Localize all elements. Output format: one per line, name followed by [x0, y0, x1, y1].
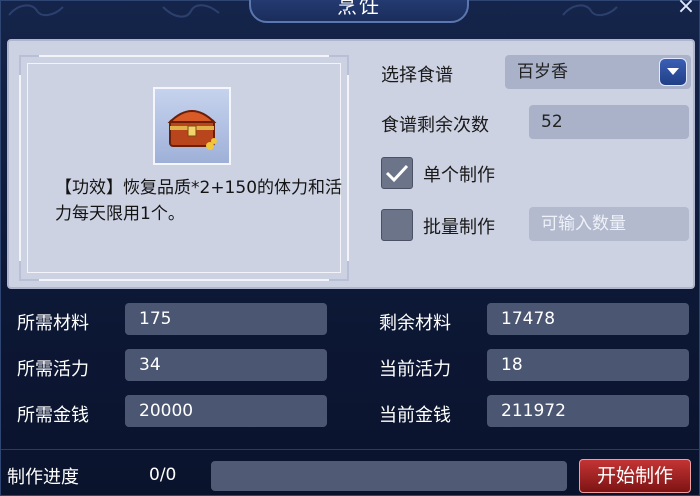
remaining-material-label: 剩余材料	[379, 313, 451, 334]
required-money-label: 所需金钱	[17, 405, 89, 426]
frame-corner	[19, 261, 39, 281]
progress-label: 制作进度	[7, 467, 79, 488]
required-material-label: 所需材料	[17, 313, 89, 334]
current-vitality-label: 当前活力	[379, 359, 451, 380]
recipe-select-value: 百岁香	[517, 62, 568, 82]
single-make-label: 单个制作	[423, 165, 495, 186]
required-vitality-label: 所需活力	[17, 359, 89, 380]
required-money-value: 20000	[125, 395, 327, 427]
frame-corner	[329, 261, 349, 281]
remaining-material-value: 17478	[487, 303, 689, 335]
ornament-swirl-mid	[162, 4, 220, 18]
required-material-value: 175	[125, 303, 327, 335]
current-money-label: 当前金钱	[379, 405, 451, 426]
progress-bar	[211, 461, 567, 491]
batch-quantity-placeholder: 可输入数量	[541, 214, 626, 234]
start-cooking-button[interactable]: 开始制作	[579, 459, 691, 493]
recipe-remaining-label: 食谱剩余次数	[381, 115, 489, 136]
ornament-swirl-left	[8, 4, 64, 17]
item-icon-slot[interactable]	[153, 87, 231, 165]
cooking-window: 烹饪 × 【功效】恢复品质*2+150的体力和活力每天限用1个。 选择食谱 百岁…	[0, 0, 700, 496]
single-make-checkbox[interactable]	[381, 157, 413, 189]
item-description: 【功效】恢复品质*2+150的体力和活力每天限用1个。	[55, 178, 343, 224]
ornament-swirl-right	[562, 4, 618, 17]
item-frame: 【功效】恢复品质*2+150的体力和活力每天限用1个。	[19, 55, 349, 281]
recipe-remaining-field: 52	[529, 105, 689, 139]
treasure-chest-icon	[167, 110, 217, 150]
required-vitality-value: 34	[125, 349, 327, 381]
chevron-down-icon[interactable]	[659, 58, 687, 86]
frame-corner	[329, 55, 349, 75]
recipe-panel: 【功效】恢复品质*2+150的体力和活力每天限用1个。 选择食谱 百岁香 食谱剩…	[7, 39, 695, 289]
checkmark-icon	[385, 164, 409, 183]
current-vitality-value: 18	[487, 349, 689, 381]
select-recipe-label: 选择食谱	[381, 65, 453, 86]
recipe-remaining-value: 52	[541, 112, 563, 132]
batch-quantity-input[interactable]: 可输入数量	[529, 207, 689, 241]
title-tab: 烹饪	[249, 0, 469, 23]
close-icon: ×	[676, 0, 696, 19]
divider	[1, 449, 700, 450]
batch-make-checkbox[interactable]	[381, 209, 413, 241]
close-button[interactable]: ×	[675, 0, 697, 19]
recipe-select[interactable]: 百岁香	[505, 55, 691, 89]
window-title: 烹饪	[337, 0, 381, 18]
batch-make-label: 批量制作	[423, 217, 495, 238]
frame-corner	[19, 55, 39, 75]
progress-count: 0/0	[149, 465, 177, 485]
current-money-value: 211972	[487, 395, 689, 427]
